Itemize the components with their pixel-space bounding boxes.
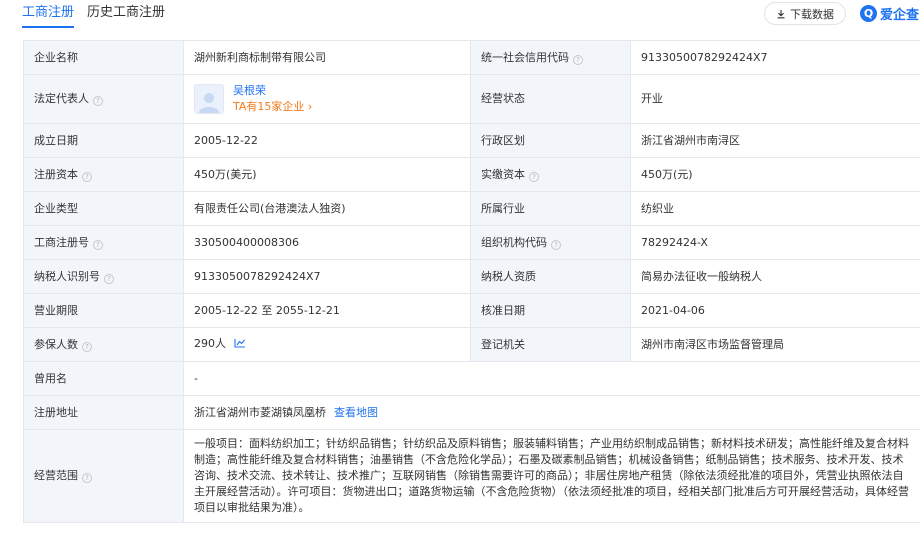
help-icon[interactable]: ? [82, 473, 92, 483]
table-row: 纳税人识别号? 9133050078292424X7 纳税人资质 简易办法征收一… [23, 259, 920, 294]
tab-bar: 工商注册 历史工商注册 [22, 0, 178, 30]
value-registered-address: 浙江省湖州市菱湖镇凤凰桥 查看地图 [183, 395, 920, 430]
label-business-term: 营业期限 [23, 293, 184, 328]
value-industry: 纺织业 [630, 191, 920, 226]
label-industry: 所属行业 [470, 191, 631, 226]
help-icon[interactable]: ? [93, 96, 103, 106]
help-icon[interactable]: ? [82, 171, 92, 182]
table-row: 参保人数? 290人 登记机关 湖州市南浔区市场监督管理局 [23, 327, 920, 362]
label-insured-count: 参保人数? [23, 327, 184, 362]
value-registration-authority: 湖州市南浔区市场监督管理局 [630, 327, 920, 362]
value-insured-count: 290人 [183, 327, 471, 362]
value-legal-rep: 吴根荣 TA有15家企业 › [183, 74, 471, 124]
trend-chart-icon[interactable] [234, 337, 246, 353]
label-credit-code: 统一社会信用代码? [470, 40, 631, 75]
label-admin-region: 行政区划 [470, 123, 631, 158]
label-taxpayer-qualification: 纳税人资质 [470, 259, 631, 294]
label-status: 经营状态 [470, 74, 631, 124]
label-reg-number: 工商注册号? [23, 225, 184, 260]
business-info-table: 企业名称 湖州新利商标制带有限公司 统一社会信用代码? 913305007829… [23, 40, 920, 523]
label-business-scope: 经营范围? [23, 429, 184, 523]
download-data-button[interactable]: 下载数据 [764, 2, 846, 25]
download-data-label: 下载数据 [790, 7, 834, 21]
tab-history-registration[interactable]: 历史工商注册 [87, 0, 165, 26]
value-taxpayer-qualification: 简易办法征收一般纳税人 [630, 259, 920, 294]
table-row: 营业期限 2005-12-22 至 2055-12-21 核准日期 2021-0… [23, 293, 920, 328]
label-taxpayer-id: 纳税人识别号? [23, 259, 184, 294]
table-row: 注册地址 浙江省湖州市菱湖镇凤凰桥 查看地图 [23, 395, 920, 430]
label-registered-address: 注册地址 [23, 395, 184, 430]
table-row: 企业类型 有限责任公司(台港澳法人独资) 所属行业 纺织业 [23, 191, 920, 226]
value-org-code: 78292424-X [630, 225, 920, 260]
label-registered-capital: 注册资本? [23, 157, 184, 192]
view-map-link[interactable]: 查看地图 [334, 406, 378, 419]
table-row: 经营范围? 一般项目：面料纺织加工；针纺织品销售；针纺织品及原料销售；服装辅料销… [23, 429, 920, 523]
table-row: 曾用名 - [23, 361, 920, 396]
help-icon[interactable]: ? [93, 239, 103, 250]
value-registered-capital: 450万(美元) [183, 157, 471, 192]
label-company-type: 企业类型 [23, 191, 184, 226]
value-founded-date: 2005-12-22 [183, 123, 471, 158]
label-org-code: 组织机构代码? [470, 225, 631, 260]
label-company-name: 企业名称 [23, 40, 184, 75]
value-business-scope: 一般项目：面料纺织加工；针纺织品销售；针纺织品及原料销售；服装辅料销售；产业用纺… [183, 429, 920, 523]
value-reg-number: 330500400008306 [183, 225, 471, 260]
brand-logo-icon: Q [860, 5, 877, 22]
brand-name: 爱企查 [880, 8, 920, 23]
chevron-right-icon: › [307, 100, 313, 113]
help-icon[interactable]: ? [82, 341, 92, 352]
legal-rep-name[interactable]: 吴根荣 [233, 83, 312, 99]
help-icon[interactable]: ? [104, 273, 114, 284]
value-approval-date: 2021-04-06 [630, 293, 920, 328]
brand-logo[interactable]: Q 爱企查 [860, 2, 919, 25]
value-credit-code: 9133050078292424X7 [630, 40, 920, 75]
label-founded-date: 成立日期 [23, 123, 184, 158]
tab-business-registration[interactable]: 工商注册 [22, 0, 75, 28]
help-icon[interactable]: ? [551, 239, 561, 250]
label-legal-rep: 法定代表人? [23, 74, 184, 124]
table-row: 成立日期 2005-12-22 行政区划 浙江省湖州市南浔区 [23, 123, 920, 158]
value-company-name: 湖州新利商标制带有限公司 [183, 40, 471, 75]
help-icon[interactable]: ? [573, 54, 583, 65]
value-admin-region: 浙江省湖州市南浔区 [630, 123, 920, 158]
label-former-name: 曾用名 [23, 361, 184, 396]
value-former-name: - [183, 361, 920, 396]
table-row: 注册资本? 450万(美元) 实缴资本? 450万(元) [23, 157, 920, 192]
value-company-type: 有限责任公司(台港澳法人独资) [183, 191, 471, 226]
download-icon [776, 9, 786, 19]
value-paid-capital: 450万(元) [630, 157, 920, 192]
avatar[interactable] [194, 84, 224, 114]
help-icon[interactable]: ? [529, 171, 539, 182]
table-row: 工商注册号? 330500400008306 组织机构代码? 78292424-… [23, 225, 920, 260]
legal-rep-companies-link[interactable]: TA有15家企业 › [233, 99, 312, 115]
label-approval-date: 核准日期 [470, 293, 631, 328]
value-taxpayer-id: 9133050078292424X7 [183, 259, 471, 294]
label-registration-authority: 登记机关 [470, 327, 631, 362]
value-status: 开业 [630, 74, 920, 124]
value-business-term: 2005-12-22 至 2055-12-21 [183, 293, 471, 328]
label-paid-capital: 实缴资本? [470, 157, 631, 192]
table-row: 法定代表人? 吴根荣 TA有15家企业 › 经营状态 开业 [23, 74, 920, 124]
table-row: 企业名称 湖州新利商标制带有限公司 统一社会信用代码? 913305007829… [23, 40, 920, 75]
